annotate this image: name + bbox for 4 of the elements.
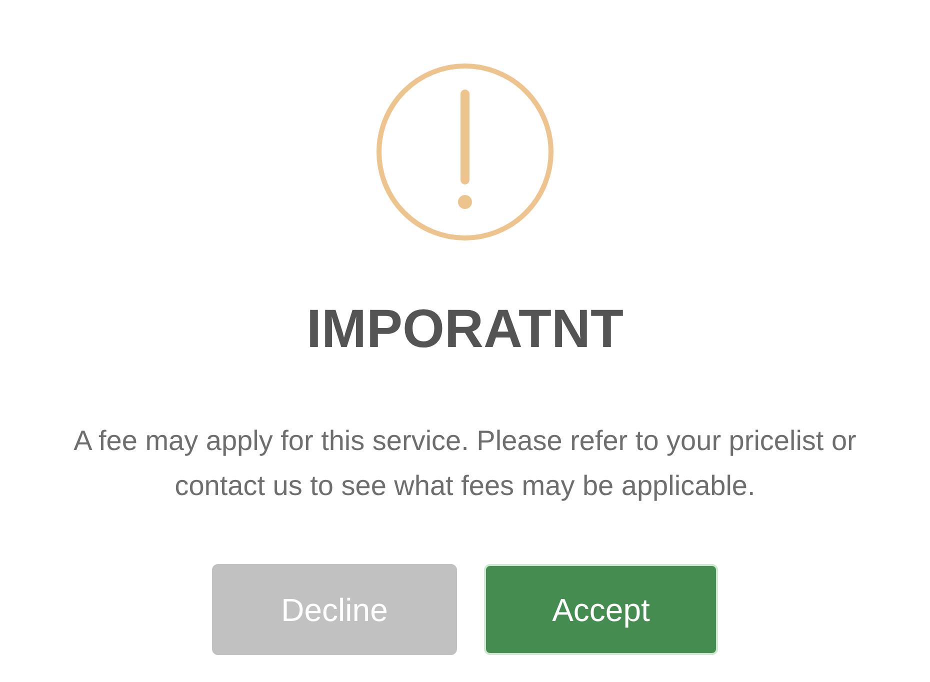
dialog-message: A fee may apply for this service. Please refer to your pricelist or contact us to see what fees may be applicable. [72,424,858,503]
dialog-title: IMPORATNT [306,298,624,360]
warning-icon [375,62,555,242]
accept-button[interactable]: Accept [484,564,718,655]
